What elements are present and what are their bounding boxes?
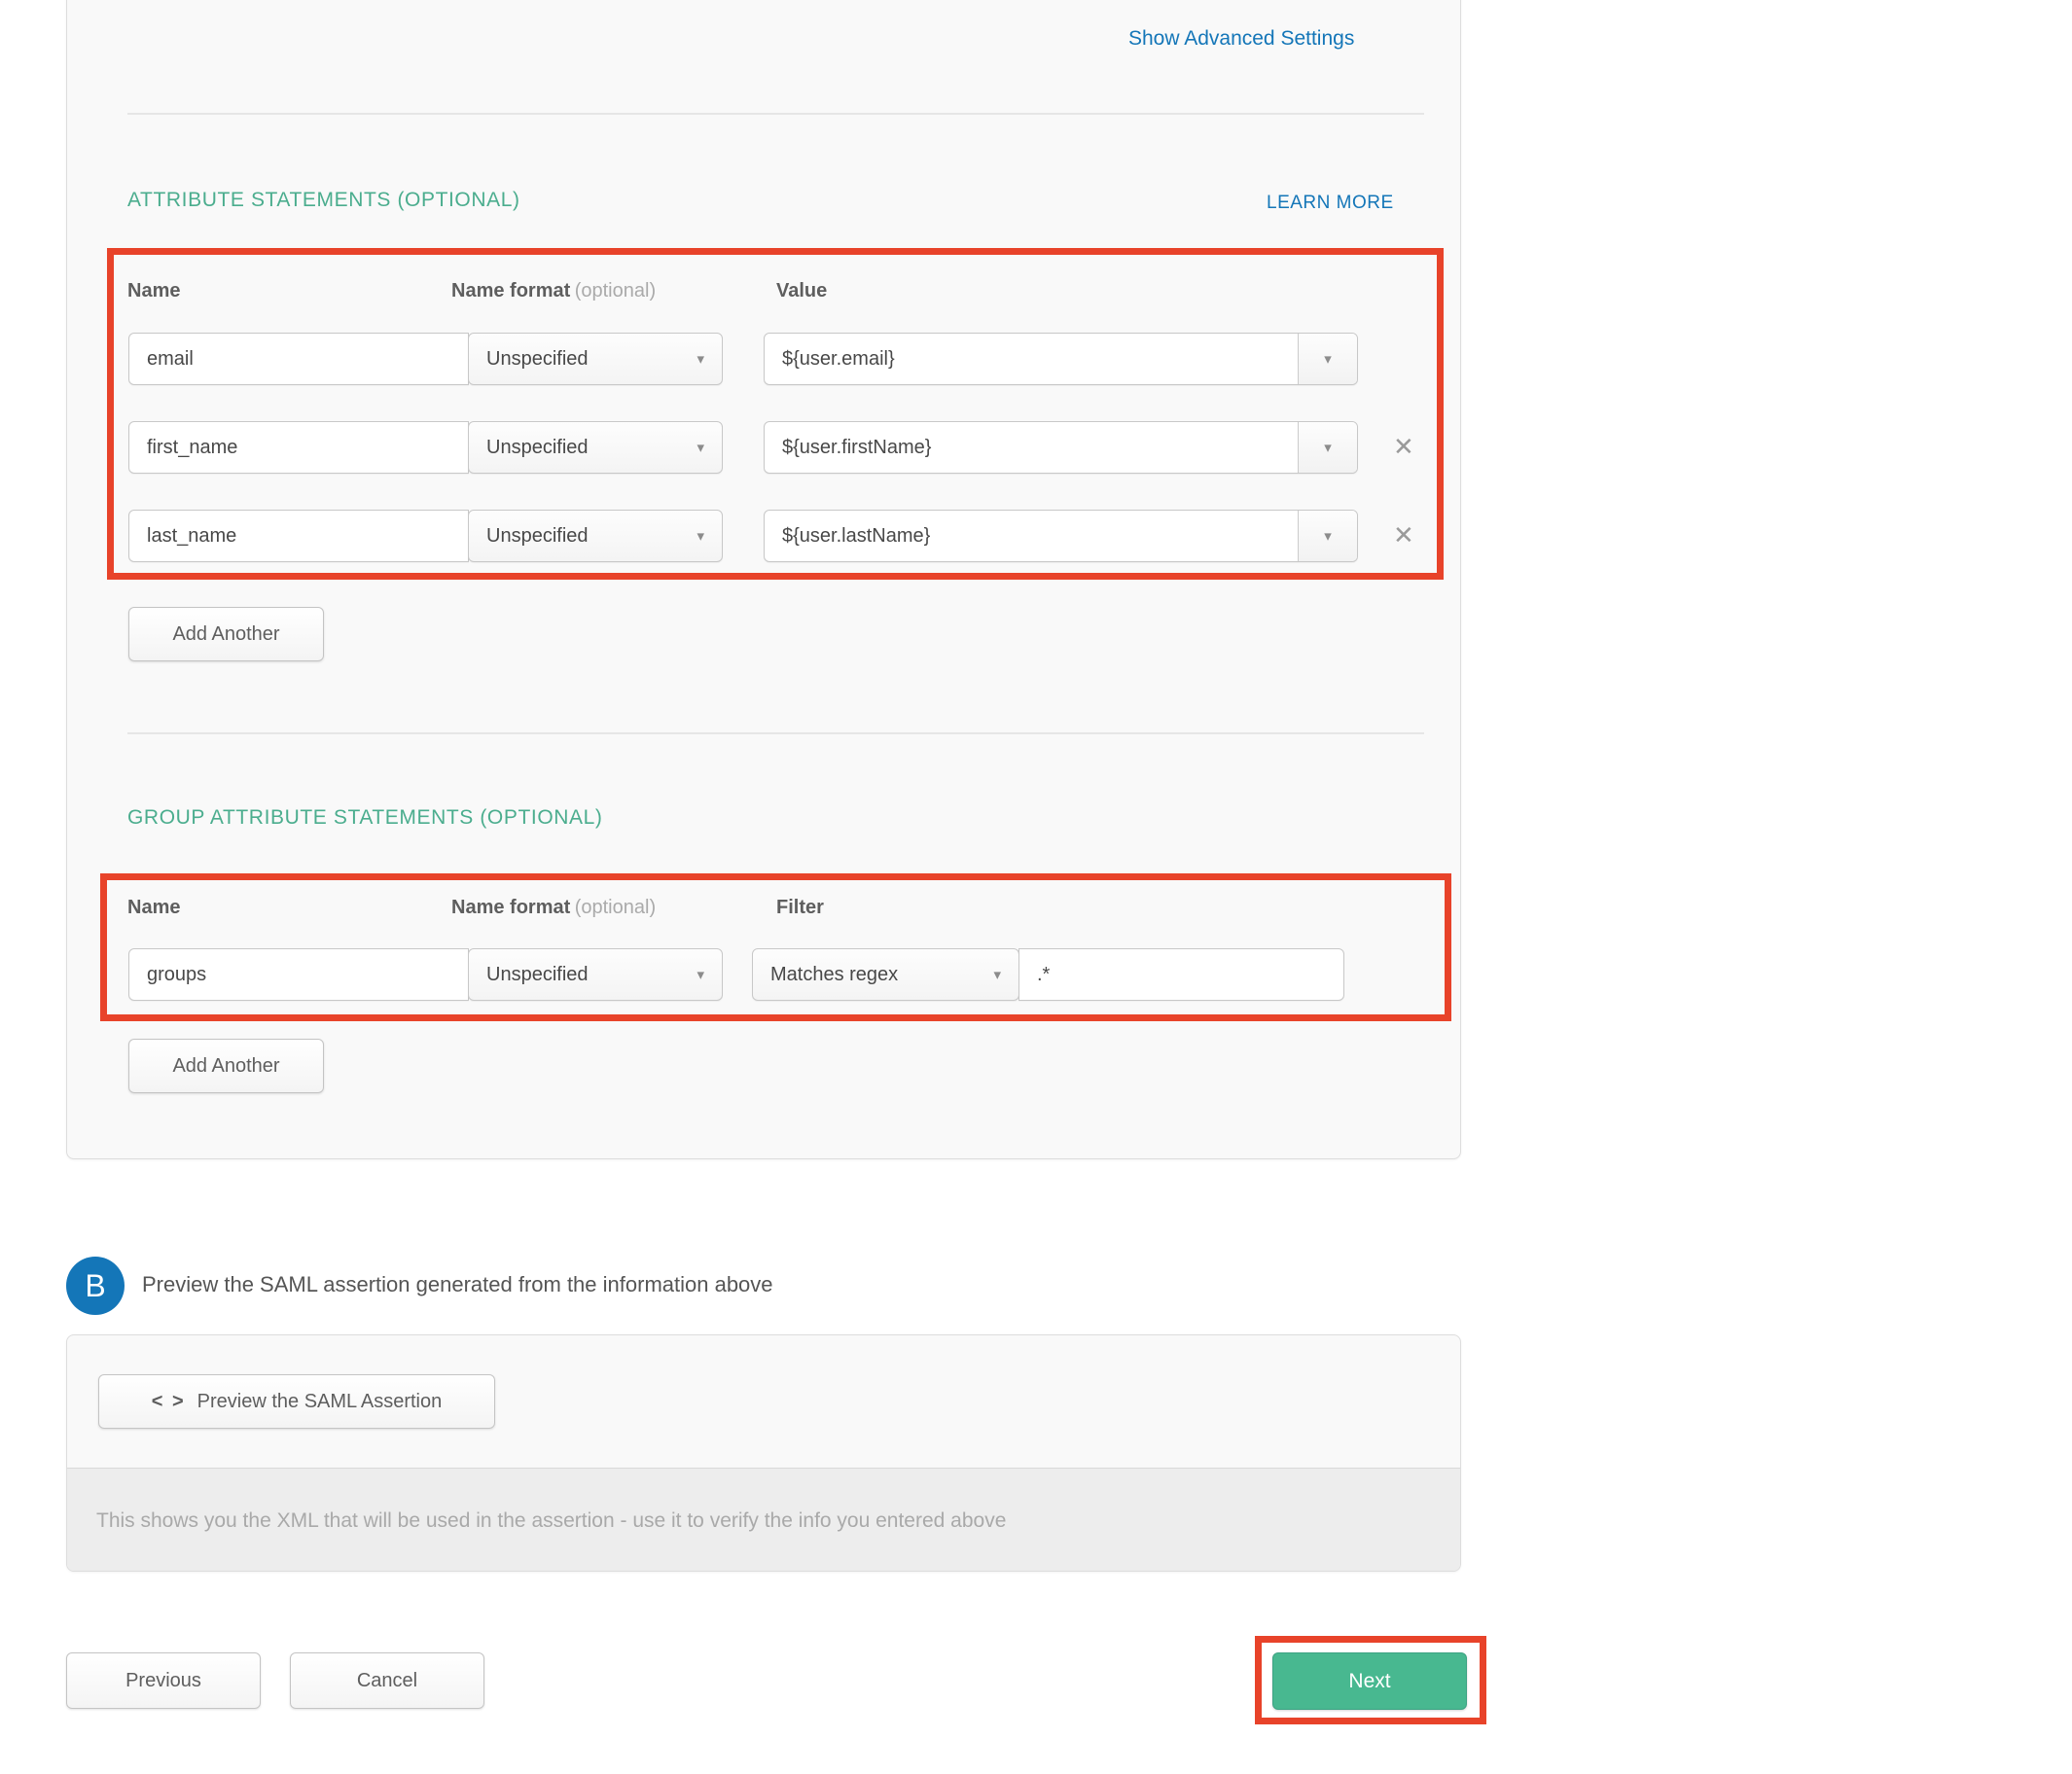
- group-filter-type-value: Matches regex: [770, 964, 898, 986]
- section-divider: [127, 113, 1424, 115]
- previous-button[interactable]: Previous: [66, 1652, 261, 1709]
- group-attribute-statements-heading: GROUP ATTRIBUTE STATEMENTS (OPTIONAL): [127, 806, 603, 830]
- chevron-down-icon: ▾: [697, 968, 704, 982]
- attr-value-dropdown-email[interactable]: ▾: [1298, 334, 1357, 384]
- chevron-down-icon: ▾: [697, 441, 704, 455]
- attr-name-input-first-name[interactable]: [128, 421, 469, 474]
- remove-row-button[interactable]: ✕: [1393, 434, 1414, 459]
- attr-value-dropdown-first-name[interactable]: ▾: [1298, 422, 1357, 473]
- attr-format-value: Unspecified: [486, 348, 589, 371]
- attr-format-value: Unspecified: [486, 437, 589, 459]
- add-another-attribute-button[interactable]: Add Another: [128, 607, 324, 661]
- attr-format-value: Unspecified: [486, 525, 589, 548]
- column-label-name-format: Name format (optional): [451, 280, 656, 302]
- chevron-down-icon: ▾: [1324, 441, 1332, 455]
- add-another-group-attribute-button[interactable]: Add Another: [128, 1039, 324, 1093]
- attr-format-select-email[interactable]: Unspecified ▾: [468, 333, 723, 385]
- preview-note-text: This shows you the XML that will be used…: [96, 1509, 1006, 1533]
- remove-row-button[interactable]: ✕: [1393, 522, 1414, 548]
- attr-format-select-first-name[interactable]: Unspecified ▾: [468, 421, 723, 474]
- column-label-value: Value: [776, 280, 827, 302]
- group-format-value: Unspecified: [486, 964, 589, 986]
- chevron-down-icon: ▾: [697, 352, 704, 367]
- group-name-input[interactable]: [128, 948, 469, 1001]
- attr-value-combo-email: ▾: [764, 333, 1358, 385]
- chevron-down-icon: ▾: [697, 529, 704, 544]
- next-button[interactable]: Next: [1272, 1652, 1467, 1710]
- group-format-select[interactable]: Unspecified ▾: [468, 948, 723, 1001]
- preview-saml-assertion-button[interactable]: < > Preview the SAML Assertion: [98, 1374, 495, 1429]
- attr-value-dropdown-last-name[interactable]: ▾: [1298, 511, 1357, 561]
- preview-button-label: Preview the SAML Assertion: [197, 1391, 443, 1413]
- column-label-name: Name: [127, 280, 180, 302]
- column-label-name-format: Name format (optional): [451, 897, 656, 919]
- attr-format-select-last-name[interactable]: Unspecified ▾: [468, 510, 723, 562]
- name-format-optional-label: (optional): [575, 280, 656, 302]
- attr-name-input-email[interactable]: [128, 333, 469, 385]
- chevron-down-icon: ▾: [1324, 529, 1332, 544]
- learn-more-link[interactable]: LEARN MORE: [1267, 193, 1394, 214]
- attr-value-input-last-name[interactable]: [765, 511, 1298, 561]
- section-divider: [127, 732, 1424, 734]
- attribute-statements-heading: ATTRIBUTE STATEMENTS (OPTIONAL): [127, 189, 520, 212]
- step-b-badge: B: [66, 1257, 125, 1315]
- preview-section-heading: Preview the SAML assertion generated fro…: [142, 1272, 773, 1297]
- cancel-button[interactable]: Cancel: [290, 1652, 484, 1709]
- name-format-label: Name format: [451, 280, 570, 302]
- name-format-label: Name format: [451, 897, 570, 918]
- group-filter-type-select[interactable]: Matches regex ▾: [752, 948, 1019, 1001]
- chevron-down-icon: ▾: [1324, 352, 1332, 367]
- column-label-name: Name: [127, 897, 180, 919]
- attr-value-input-first-name[interactable]: [765, 422, 1298, 473]
- preview-card-footer: This shows you the XML that will be used…: [67, 1468, 1460, 1571]
- group-filter-value-input[interactable]: [1018, 948, 1344, 1001]
- attr-value-combo-last-name: ▾: [764, 510, 1358, 562]
- attr-name-input-last-name[interactable]: [128, 510, 469, 562]
- column-label-filter: Filter: [776, 897, 824, 919]
- chevron-down-icon: ▾: [993, 968, 1001, 982]
- name-format-optional-label: (optional): [575, 897, 656, 918]
- attr-value-combo-first-name: ▾: [764, 421, 1358, 474]
- show-advanced-settings-link[interactable]: Show Advanced Settings: [1128, 27, 1354, 51]
- preview-card: < > Preview the SAML Assertion This show…: [66, 1334, 1461, 1572]
- code-icon: < >: [152, 1391, 186, 1413]
- attr-value-input-email[interactable]: [765, 334, 1298, 384]
